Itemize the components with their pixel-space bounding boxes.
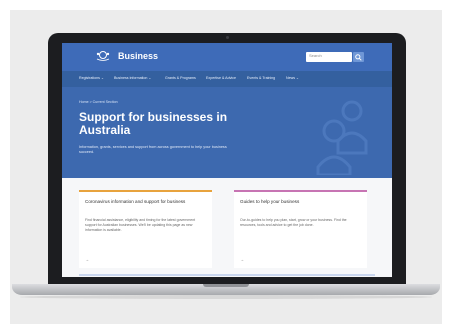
card-title[interactable]: Coronavirus information and support for … bbox=[85, 199, 205, 205]
search-icon bbox=[355, 53, 362, 61]
cards-section: Coronavirus information and support for … bbox=[62, 178, 392, 277]
search-input[interactable]: Search bbox=[306, 52, 352, 62]
breadcrumb[interactable]: Home > Current Section bbox=[79, 100, 118, 104]
nav-item-news[interactable]: News ⌄ bbox=[286, 76, 299, 80]
nav-item-business-information[interactable]: Business information ⌄ bbox=[114, 76, 151, 80]
card-guides[interactable]: Guides to help your business Our-to-guid… bbox=[234, 190, 367, 268]
nav-item-registrations[interactable]: Registrations ⌄ bbox=[79, 76, 104, 80]
laptop-shadow bbox=[20, 295, 432, 299]
card-text: Find financial assistance, eligibility a… bbox=[85, 218, 196, 232]
people-icon bbox=[316, 100, 368, 175]
card-text: Our-to-guides to help you plan, start, g… bbox=[240, 218, 347, 227]
search-placeholder: Search bbox=[309, 53, 322, 58]
brand-title[interactable]: Business bbox=[118, 51, 158, 61]
arrow-right-icon[interactable]: → bbox=[240, 257, 244, 262]
site-header: Business Search bbox=[62, 43, 392, 71]
camera bbox=[225, 36, 229, 39]
card-accent-bar bbox=[79, 190, 212, 192]
next-section-edge bbox=[79, 274, 375, 276]
nav-item-expertise-advice[interactable]: Expertise & Advice bbox=[206, 76, 236, 80]
page-title: Support for businesses in Australia bbox=[79, 110, 228, 137]
laptop-notch bbox=[203, 284, 249, 287]
arrow-right-icon[interactable]: → bbox=[85, 257, 89, 262]
card-coronavirus[interactable]: Coronavirus information and support for … bbox=[79, 190, 212, 268]
card-accent-bar bbox=[234, 190, 367, 192]
hero-banner: Home > Current Section Support for busin… bbox=[62, 87, 392, 178]
laptop-screen: Business Search Registrations ⌄ Business… bbox=[62, 43, 392, 277]
laptop-base bbox=[12, 284, 440, 295]
search-button[interactable] bbox=[353, 52, 364, 62]
main-nav: Registrations ⌄ Business information ⌄ G… bbox=[62, 71, 392, 87]
nav-item-grants-programs[interactable]: Grants & Programs bbox=[165, 76, 196, 80]
card-title[interactable]: Guides to help your business bbox=[240, 199, 360, 205]
page-description: Information, grants, services and suppor… bbox=[79, 145, 227, 154]
coat-of-arms-icon[interactable] bbox=[95, 50, 111, 62]
nav-item-events-training[interactable]: Events & Training bbox=[247, 76, 275, 80]
